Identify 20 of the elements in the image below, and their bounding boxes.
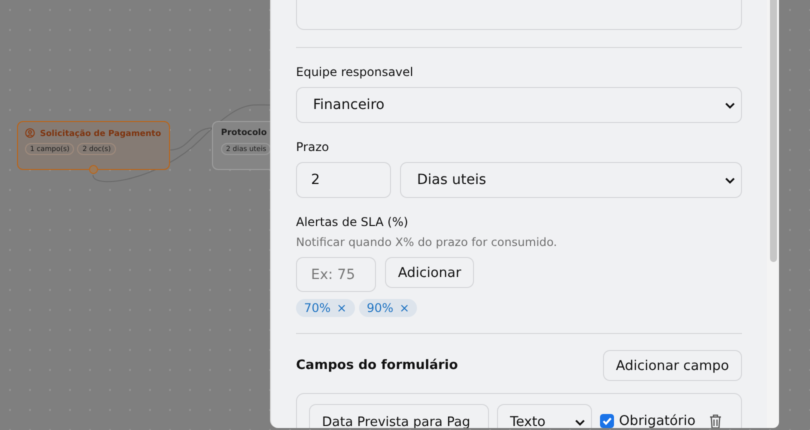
checkbox-label: Obrigatório [619, 413, 696, 428]
chip-label: 70% [304, 301, 331, 315]
field-label: Equipe responsavel [296, 65, 414, 79]
deadline-input[interactable]: 2 [296, 162, 391, 198]
add-field-button[interactable]: Adicionar campo [602, 350, 742, 381]
remove-icon[interactable]: × [399, 301, 410, 315]
remove-icon[interactable]: × [336, 301, 347, 315]
team-select[interactable]: Financeiro [296, 87, 742, 123]
add-button[interactable]: Adicionar [385, 257, 474, 288]
chip-label: 90% [366, 301, 394, 315]
node-title: Protocolo [221, 128, 267, 138]
percent-input[interactable]: Ex: 75 [296, 257, 376, 292]
type-select[interactable]: Texto [497, 404, 592, 428]
field-label: Alertas de SLA (%) [296, 215, 410, 229]
unit-select[interactable]: Dias uteis [400, 162, 742, 198]
hint-text: Notificar quando X% do prazo for consumido. [296, 235, 558, 249]
field-label: Prazo [296, 140, 330, 154]
field-name-input[interactable]: Data Prevista para Pag [309, 404, 489, 428]
section-title: Campos do formulário [296, 358, 458, 373]
node-title: Solicitação de Pagamento [40, 128, 162, 138]
